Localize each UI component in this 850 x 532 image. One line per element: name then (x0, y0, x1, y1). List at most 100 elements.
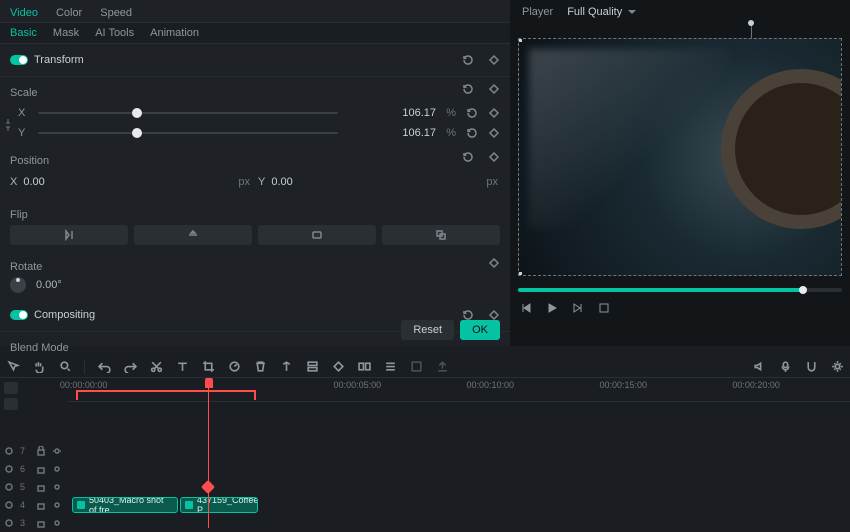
track-head-3[interactable]: 3 (0, 514, 68, 532)
tl-undo-icon[interactable] (97, 360, 111, 374)
chevron-down-icon (628, 10, 636, 14)
tl-zoom-tool[interactable] (58, 360, 72, 374)
rotate-label: Rotate (10, 261, 500, 273)
track-3[interactable] (68, 514, 850, 532)
tl-keyframe-icon[interactable] (331, 360, 345, 374)
keyframe-scale-y-icon[interactable] (488, 127, 500, 139)
track-head-5[interactable]: 5 (0, 478, 68, 496)
scale-label: Scale (10, 87, 500, 99)
px-unit: px (238, 176, 250, 188)
quality-selector[interactable]: Full Quality (567, 6, 636, 18)
scale-y-value[interactable]: 106.17 (402, 127, 436, 139)
scale-x-label: X (18, 107, 30, 119)
tl-delete-icon[interactable] (253, 360, 267, 374)
track-5[interactable] (68, 478, 850, 496)
flip-horizontal-button[interactable] (10, 225, 128, 245)
flip-vertical-button[interactable] (134, 225, 252, 245)
tl-export-icon (435, 360, 449, 374)
time-4: 00:00:20:00 (732, 380, 780, 390)
reset-scale-y-icon[interactable] (466, 127, 478, 139)
reset-button[interactable]: Reset (401, 320, 454, 340)
tab-color[interactable]: Color (56, 7, 82, 19)
tl-audio-icon[interactable] (752, 360, 766, 374)
stop-button[interactable] (596, 300, 612, 316)
pos-y-label: Y (258, 176, 265, 188)
time-3: 00:00:15:00 (599, 380, 647, 390)
track-7[interactable] (68, 442, 850, 460)
tl-track-icon[interactable] (305, 360, 319, 374)
player-label: Player (522, 6, 553, 18)
playhead[interactable] (205, 378, 213, 388)
compositing-toggle[interactable] (10, 310, 28, 320)
tl-group-icon[interactable] (357, 360, 371, 374)
pos-x-label: X (10, 176, 17, 188)
subtab-aitools[interactable]: AI Tools (95, 27, 134, 39)
clip-icon (77, 501, 85, 509)
tl-render-icon (409, 360, 423, 374)
clip-2[interactable]: 437159_Coffee P (180, 497, 258, 513)
ok-button[interactable]: OK (460, 320, 500, 340)
px-unit-2: px (486, 176, 498, 188)
track-head-7[interactable]: 7 (0, 442, 68, 460)
time-2: 00:00:10:00 (466, 380, 514, 390)
prev-frame-button[interactable] (518, 300, 534, 316)
rotate-knob[interactable] (10, 277, 26, 293)
time-1: 00:00:05:00 (334, 380, 382, 390)
track-head-6[interactable]: 6 (0, 460, 68, 478)
tl-settings-icon[interactable] (830, 360, 844, 374)
tl-redo-icon[interactable] (123, 360, 137, 374)
track-4[interactable]: 50403_Macro shot of fre 437159_Coffee P (68, 496, 850, 514)
transform-toggle[interactable] (10, 55, 28, 65)
scale-y-slider[interactable] (38, 132, 338, 134)
tl-snap-icon[interactable] (804, 360, 818, 374)
tl-marker-icon[interactable] (279, 360, 293, 374)
flip-option-3-button[interactable] (258, 225, 376, 245)
timeline-zoom-fit[interactable] (4, 382, 18, 394)
reset-transform-icon[interactable] (462, 54, 474, 66)
tl-cut-icon[interactable] (149, 360, 163, 374)
clip-icon (185, 501, 193, 509)
reset-position-icon[interactable] (462, 151, 474, 163)
position-label: Position (10, 155, 500, 167)
keyframe-transform-icon[interactable] (488, 54, 500, 66)
keyframe-rotate-icon[interactable] (488, 257, 500, 269)
preview-canvas[interactable] (518, 38, 842, 276)
scale-x-slider[interactable] (38, 112, 338, 114)
subtab-mask[interactable]: Mask (53, 27, 79, 39)
play-button[interactable] (544, 300, 560, 316)
subtab-basic[interactable]: Basic (10, 27, 37, 39)
reset-scale-x-icon[interactable] (466, 107, 478, 119)
keyframe-position-icon[interactable] (488, 151, 500, 163)
tl-crop-icon[interactable] (201, 360, 215, 374)
flip-label: Flip (10, 209, 500, 221)
keyframe-scale-icon[interactable] (488, 83, 500, 95)
pos-x-input[interactable]: 0.00 (23, 176, 83, 188)
reset-scale-icon[interactable] (462, 83, 474, 95)
tl-text-icon[interactable] (175, 360, 189, 374)
percent-unit-2: % (446, 127, 456, 139)
tl-speed-icon[interactable] (227, 360, 241, 374)
blend-mode-label: Blend Mode (10, 342, 500, 354)
flip-option-4-button[interactable] (382, 225, 500, 245)
tl-mic-icon[interactable] (778, 360, 792, 374)
pos-y-input[interactable]: 0.00 (271, 176, 331, 188)
keyframe-scale-x-icon[interactable] (488, 107, 500, 119)
clip-1[interactable]: 50403_Macro shot of fre (72, 497, 178, 513)
tl-select-tool[interactable] (6, 360, 20, 374)
rotate-value[interactable]: 0.00° (36, 279, 62, 291)
time-0: 00:00:00:00 (60, 380, 108, 390)
tab-video[interactable]: Video (10, 7, 38, 19)
timeline-ruler[interactable]: 00:00:00:00 00:00:05:00 00:00:10:00 00:0… (68, 378, 850, 402)
tl-hand-tool[interactable] (32, 360, 46, 374)
track-head-4[interactable]: 4 (0, 496, 68, 514)
percent-unit: % (446, 107, 456, 119)
tab-speed[interactable]: Speed (100, 7, 132, 19)
track-6[interactable] (68, 460, 850, 478)
compositing-title: Compositing (34, 309, 95, 321)
subtab-animation[interactable]: Animation (150, 27, 199, 39)
scale-y-label: Y (18, 127, 30, 139)
tl-align-icon[interactable] (383, 360, 397, 374)
scale-x-value[interactable]: 106.17 (402, 107, 436, 119)
player-progress[interactable] (518, 288, 842, 292)
next-frame-button[interactable] (570, 300, 586, 316)
